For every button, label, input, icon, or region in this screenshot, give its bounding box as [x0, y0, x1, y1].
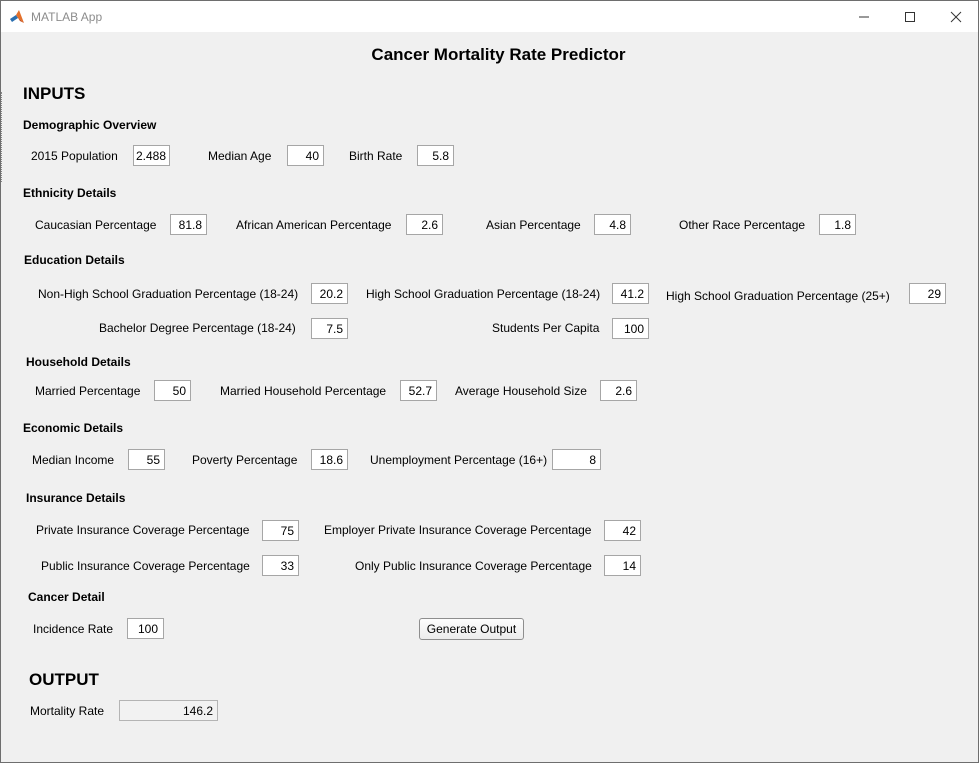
- private-insurance-field[interactable]: 75: [262, 520, 299, 541]
- maximize-icon: [905, 12, 915, 22]
- married-field[interactable]: 50: [154, 380, 191, 401]
- incidence-field[interactable]: 100: [127, 618, 164, 639]
- insurance-heading: Insurance Details: [26, 491, 126, 505]
- hs-grad-25-label: High School Graduation Percentage (25+): [666, 289, 890, 303]
- bachelor-field[interactable]: 7.5: [311, 318, 348, 339]
- household-heading: Household Details: [26, 355, 131, 369]
- generate-output-button[interactable]: Generate Output: [419, 618, 524, 640]
- married-label: Married Percentage: [35, 384, 141, 398]
- close-button[interactable]: [933, 1, 979, 32]
- married-household-label: Married Household Percentage: [220, 384, 387, 398]
- maximize-button[interactable]: [887, 1, 933, 32]
- population-field[interactable]: 2.488: [133, 145, 170, 166]
- african-american-field[interactable]: 2.6: [406, 214, 443, 235]
- non-hs-grad-field[interactable]: 20.2: [311, 283, 348, 304]
- caucasian-field[interactable]: 81.8: [170, 214, 207, 235]
- poverty-field[interactable]: 18.6: [311, 449, 348, 470]
- students-label: Students Per Capita: [492, 321, 600, 335]
- asian-label: Asian Percentage: [486, 218, 581, 232]
- african-american-label: African American Percentage: [236, 218, 392, 232]
- close-icon: [950, 11, 962, 23]
- population-label: 2015 Population: [31, 149, 118, 163]
- birth-rate-field[interactable]: 5.8: [417, 145, 454, 166]
- output-heading: OUTPUT: [29, 670, 99, 689]
- hs-grad-18-field[interactable]: 41.2: [612, 283, 649, 304]
- hs-grad-25-field[interactable]: 29: [909, 283, 946, 304]
- birth-rate-label: Birth Rate: [349, 149, 403, 163]
- demographic-heading: Demographic Overview: [23, 118, 157, 132]
- only-public-insurance-field[interactable]: 14: [604, 555, 641, 576]
- non-hs-grad-label: Non-High School Graduation Percentage (1…: [38, 287, 299, 301]
- employer-private-insurance-label: Employer Private Insurance Coverage Perc…: [324, 523, 592, 537]
- app-title: Cancer Mortality Rate Predictor: [371, 45, 626, 64]
- students-field[interactable]: 100: [612, 318, 649, 339]
- asian-field[interactable]: 4.8: [594, 214, 631, 235]
- bachelor-label: Bachelor Degree Percentage (18-24): [99, 321, 296, 335]
- private-insurance-label: Private Insurance Coverage Percentage: [36, 523, 250, 537]
- other-race-field[interactable]: 1.8: [819, 214, 856, 235]
- median-age-label: Median Age: [208, 149, 272, 163]
- incidence-label: Incidence Rate: [33, 622, 114, 636]
- public-insurance-label: Public Insurance Coverage Percentage: [41, 559, 250, 573]
- matlab-icon: [10, 10, 24, 23]
- only-public-insurance-label: Only Public Insurance Coverage Percentag…: [355, 559, 592, 573]
- left-edge-marks: [1, 92, 4, 182]
- ethnicity-heading: Ethnicity Details: [23, 186, 117, 200]
- median-income-label: Median Income: [32, 453, 115, 467]
- household-size-label: Average Household Size: [455, 384, 587, 398]
- window-title: MATLAB App: [31, 10, 103, 24]
- economic-heading: Economic Details: [23, 421, 124, 435]
- household-size-field[interactable]: 2.6: [600, 380, 637, 401]
- employer-private-insurance-field[interactable]: 42: [604, 520, 641, 541]
- minimize-icon: [859, 16, 869, 18]
- public-insurance-field[interactable]: 33: [262, 555, 299, 576]
- median-income-field[interactable]: 55: [128, 449, 165, 470]
- mortality-rate-field: 146.2: [119, 700, 218, 721]
- app-window: MATLAB App Cancer Mortality Rate Predict…: [0, 0, 979, 763]
- education-heading: Education Details: [24, 253, 125, 267]
- cancer-heading: Cancer Detail: [28, 590, 105, 604]
- title-bar: MATLAB App: [1, 1, 978, 32]
- married-household-field[interactable]: 52.7: [400, 380, 437, 401]
- inputs-heading: INPUTS: [23, 84, 86, 103]
- median-age-field[interactable]: 40: [287, 145, 324, 166]
- poverty-label: Poverty Percentage: [192, 453, 298, 467]
- unemployment-label: Unemployment Percentage (16+): [370, 453, 548, 467]
- other-race-label: Other Race Percentage: [679, 218, 806, 232]
- minimize-button[interactable]: [841, 1, 887, 32]
- caucasian-label: Caucasian Percentage: [35, 218, 157, 232]
- unemployment-field[interactable]: 8: [552, 449, 601, 470]
- mortality-rate-label: Mortality Rate: [30, 704, 105, 718]
- hs-grad-18-label: High School Graduation Percentage (18-24…: [366, 287, 601, 301]
- app-content: Cancer Mortality Rate Predictor INPUTS D…: [1, 32, 978, 762]
